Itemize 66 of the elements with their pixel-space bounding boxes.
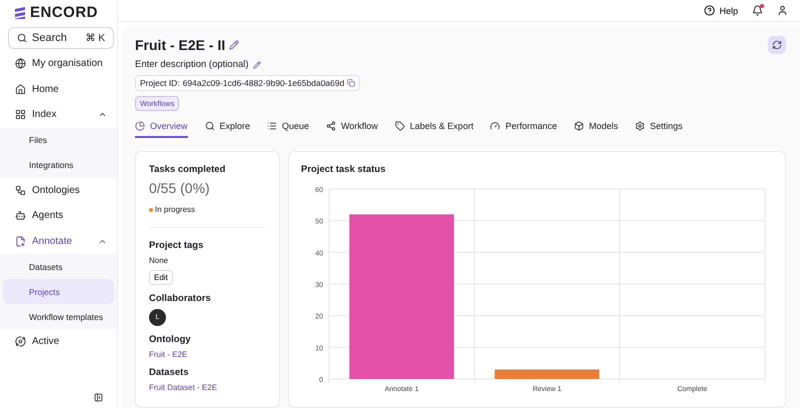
edit-button[interactable]: Edit [149,270,173,285]
tab[interactable]: Models [574,119,618,138]
cube-icon [574,121,584,131]
logo-icon [14,6,26,20]
tasks-count: 0/55 (0%) [149,180,211,196]
sidebar-subitem[interactable]: Datasets [3,254,114,279]
dataset-link[interactable]: Fruit Dataset - E2E [149,383,266,392]
pie-chart-icon [135,121,145,131]
tags-value: None [149,256,170,265]
sidebar-item[interactable]: Active [0,329,117,354]
refresh-icon [772,40,782,50]
ontology-icon [15,184,26,196]
grid-icon [15,109,26,120]
tab[interactable]: Settings [635,119,683,138]
collapse-sidebar-icon[interactable] [94,393,103,402]
bell-icon [752,5,763,16]
sidebar-item[interactable]: Ontologies [0,178,117,203]
project-title: Fruit - E2E - II [135,37,226,53]
section-heading: Tasks completed [149,164,226,175]
orbit-icon [15,336,26,348]
sidebar-item[interactable]: Agents [0,203,117,228]
search-icon [204,121,215,131]
sidebar-item[interactable]: Home [0,76,117,102]
settings-icon [635,121,645,131]
globe-icon [15,58,26,70]
brand-name: ENCORD [30,4,98,21]
chart-title: Project task status [301,164,386,175]
copy-icon[interactable] [347,79,356,87]
section-heading: Collaborators [149,293,212,304]
status-text: In progress [155,205,196,214]
search-icon [17,33,27,43]
project-id-chip: Project ID: 694a2c09-1cd6-4882-9b90-1e65bda0a69d [135,75,360,91]
notification-button[interactable] [752,5,763,16]
tab[interactable]: Explore [204,119,250,138]
sidebar-item[interactable]: Index [0,102,117,128]
edit-icon[interactable] [252,60,261,68]
edit-icon[interactable] [229,40,240,50]
help-icon [704,5,716,16]
sidebar-subitem[interactable]: Workflow templates [3,304,114,329]
gauge-icon [490,121,500,131]
ontology-link[interactable]: Fruit - E2E [149,350,266,359]
tab[interactable]: Overview [135,119,188,138]
sidebar-item[interactable]: My organisation [0,51,117,76]
sidebar-item[interactable]: Annotate [0,228,117,254]
list-icon [267,121,278,131]
user-icon[interactable] [777,5,788,16]
search-button[interactable]: Search ⌘ K [8,27,114,49]
section-heading: Project tags [149,240,204,251]
help-button[interactable]: Help [704,5,738,16]
annotate-icon [15,236,26,247]
tag-icon [394,121,405,131]
sidebar-subitem[interactable]: Integrations [3,152,114,178]
nodes-icon [15,210,26,222]
sidebar-subitem[interactable]: Files [3,128,114,152]
section-heading: Datasets [149,367,190,378]
workflow-icon [326,121,336,131]
tab[interactable]: Queue [267,119,310,138]
section-heading: Ontology [149,334,192,345]
status-dot [149,208,153,212]
project-description: Enter description (optional) [135,59,249,70]
sidebar-subitem[interactable]: Projects [3,279,114,304]
refresh-button[interactable] [768,36,786,54]
tab[interactable]: Labels & Export [394,119,474,138]
tab[interactable]: Performance [490,119,557,138]
home-icon [15,84,26,95]
tab[interactable]: Workflow [326,119,378,138]
